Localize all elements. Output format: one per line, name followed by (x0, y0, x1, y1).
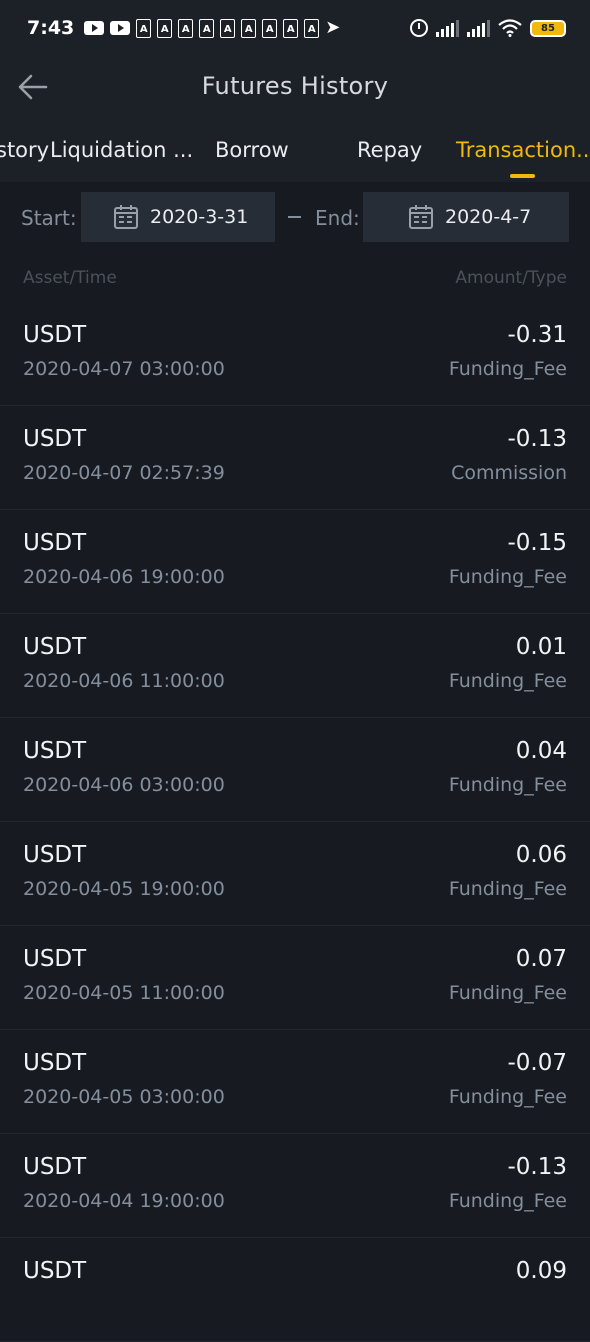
start-date-value: 2020-3-31 (150, 206, 249, 228)
tx-amount: -0.13 (507, 1154, 567, 1180)
transaction-row[interactable]: USDT 0.09 (0, 1238, 590, 1342)
app-header: Futures History (0, 56, 590, 120)
status-bar: 7:43 A A A A A A A A A ➤ 85 (0, 0, 590, 56)
system-icons: 85 (410, 19, 566, 37)
tx-amount: -0.15 (507, 530, 567, 556)
tx-type: Funding_Fee (448, 566, 567, 588)
tx-amount: -0.07 (507, 1050, 567, 1076)
active-tab-indicator (510, 174, 535, 178)
tx-time: 2020-04-06 11:00:00 (23, 670, 225, 692)
alarm-icon (410, 19, 428, 37)
tx-type: Commission (451, 462, 567, 484)
tx-amount: 0.01 (515, 634, 567, 660)
transaction-row[interactable]: USDT 2020-04-06 03:00:00 0.04 Funding_Fe… (0, 718, 590, 822)
calendar-icon (409, 205, 433, 229)
tx-time: 2020-04-05 19:00:00 (23, 878, 225, 900)
calendar-icon (114, 205, 138, 229)
youtube-icon (110, 21, 131, 35)
tx-type: Funding_Fee (448, 878, 567, 900)
bird-icon: ➤ (325, 17, 341, 38)
transaction-row[interactable]: USDT 2020-04-07 02:57:39 -0.13 Commissio… (0, 406, 590, 510)
tx-time: 2020-04-05 11:00:00 (23, 982, 225, 1004)
column-amount-type: Amount/Type (455, 268, 567, 288)
end-label: End: (315, 206, 360, 230)
tx-asset: USDT (23, 426, 87, 452)
tx-asset: USDT (23, 1050, 87, 1076)
tx-type: Funding_Fee (448, 670, 567, 692)
start-date-picker[interactable]: 2020-3-31 (81, 192, 275, 242)
tx-time: 2020-04-06 19:00:00 (23, 566, 225, 588)
start-label: Start: (21, 206, 77, 230)
transaction-row[interactable]: USDT 2020-04-07 03:00:00 -0.31 Funding_F… (0, 302, 590, 406)
tx-type: Funding_Fee (448, 1086, 567, 1108)
app-notification-icon: A (262, 18, 278, 38)
tx-asset: USDT (23, 946, 87, 972)
tab-transaction[interactable]: Transaction... (456, 138, 590, 162)
signal-icon (436, 19, 459, 37)
app-notification-icon: A (241, 18, 257, 38)
transaction-row[interactable]: USDT 2020-04-05 03:00:00 -0.07 Funding_F… (0, 1030, 590, 1134)
tx-amount: 0.09 (515, 1258, 567, 1284)
transaction-row[interactable]: USDT 2020-04-06 19:00:00 -0.15 Funding_F… (0, 510, 590, 614)
tx-asset: USDT (23, 634, 87, 660)
signal-icon (467, 19, 490, 37)
transaction-row[interactable]: USDT 2020-04-05 11:00:00 0.07 Funding_Fe… (0, 926, 590, 1030)
app-notification-icon: A (136, 18, 152, 38)
tx-time: 2020-04-05 03:00:00 (23, 1086, 225, 1108)
tx-time: 2020-04-04 19:00:00 (23, 1190, 225, 1212)
notification-icons: A A A A A A A A A ➤ (84, 17, 341, 38)
app-notification-icon: A (283, 18, 299, 38)
tx-amount: 0.06 (515, 842, 567, 868)
tx-amount: -0.31 (507, 322, 567, 348)
tab-liquidation[interactable]: Liquidation ... (50, 138, 193, 162)
transaction-list: USDT 2020-04-07 03:00:00 -0.31 Funding_F… (0, 302, 590, 1342)
tx-amount: -0.13 (507, 426, 567, 452)
tab-history[interactable]: story (0, 138, 49, 162)
tx-asset: USDT (23, 530, 87, 556)
date-range-separator (288, 216, 301, 218)
tx-asset: USDT (23, 1154, 87, 1180)
tab-borrow[interactable]: Borrow (215, 138, 289, 162)
tx-asset: USDT (23, 1258, 87, 1284)
date-filter: Start: 2020-3-31 End: 2020-4-7 (0, 182, 590, 254)
app-notification-icon: A (304, 18, 320, 38)
tx-asset: USDT (23, 738, 87, 764)
wifi-icon (498, 19, 522, 37)
tx-type: Funding_Fee (448, 982, 567, 1004)
tx-type: Funding_Fee (448, 358, 567, 380)
tx-amount: 0.04 (515, 738, 567, 764)
tx-type: Funding_Fee (448, 1190, 567, 1212)
tx-asset: USDT (23, 842, 87, 868)
tx-time: 2020-04-06 03:00:00 (23, 774, 225, 796)
column-header: Asset/Time Amount/Type (0, 254, 590, 304)
history-tabs: story Liquidation ... Borrow Repay Trans… (0, 120, 590, 182)
battery-icon: 85 (530, 19, 566, 37)
tx-time: 2020-04-07 03:00:00 (23, 358, 225, 380)
app-notification-icon: A (157, 18, 173, 38)
tab-repay[interactable]: Repay (357, 138, 422, 162)
tx-time: 2020-04-07 02:57:39 (23, 462, 225, 484)
transaction-row[interactable]: USDT 2020-04-04 19:00:00 -0.13 Funding_F… (0, 1134, 590, 1238)
tx-amount: 0.07 (515, 946, 567, 972)
transaction-row[interactable]: USDT 2020-04-05 19:00:00 0.06 Funding_Fe… (0, 822, 590, 926)
end-date-value: 2020-4-7 (445, 206, 532, 228)
tx-asset: USDT (23, 322, 87, 348)
column-asset-time: Asset/Time (23, 268, 117, 288)
page-title: Futures History (201, 72, 389, 100)
end-date-picker[interactable]: 2020-4-7 (363, 192, 569, 242)
app-notification-icon: A (199, 18, 215, 38)
app-notification-icon: A (178, 18, 194, 38)
youtube-icon (84, 21, 105, 35)
transaction-row[interactable]: USDT 2020-04-06 11:00:00 0.01 Funding_Fe… (0, 614, 590, 718)
app-notification-icon: A (220, 18, 236, 38)
status-time: 7:43 (27, 17, 75, 39)
tx-type: Funding_Fee (448, 774, 567, 796)
